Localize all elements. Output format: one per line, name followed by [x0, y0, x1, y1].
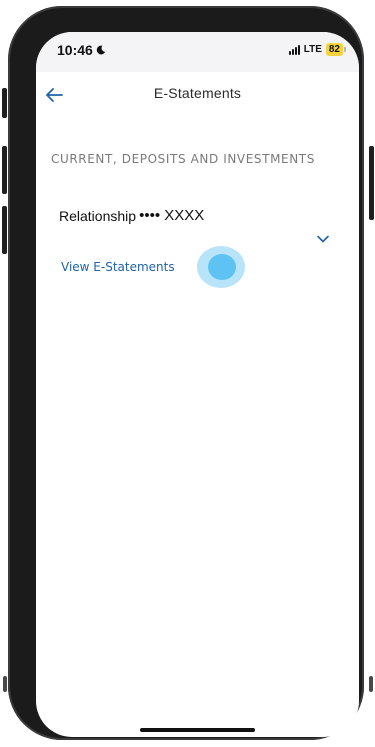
silent-switch — [2, 88, 7, 118]
phone-screen: 10:46 LTE 82 E-Statements CURRENT, DEPOS… — [36, 32, 359, 737]
chevron-down-icon[interactable] — [316, 234, 330, 244]
status-time: 10:46 — [57, 42, 106, 58]
status-bar: 10:46 LTE 82 — [36, 32, 359, 72]
network-type: LTE — [303, 44, 322, 55]
page-title: E-Statements — [153, 85, 242, 101]
section-title: CURRENT, DEPOSITS AND INVESTMENTS — [51, 152, 315, 166]
view-e-statements-link[interactable]: View E-Statements — [61, 260, 175, 274]
signal-bars-icon — [288, 44, 300, 55]
volume-down-button — [2, 206, 7, 254]
frame-antenna-left — [3, 676, 7, 692]
volume-up-button — [2, 146, 7, 194]
tap-indicator — [197, 246, 245, 288]
masked-account-number: •••• XXXX — [139, 207, 205, 224]
frame-antenna-right — [369, 676, 373, 692]
app-header: E-Statements — [36, 72, 359, 116]
relationship-row: Relationship •••• XXXX — [59, 207, 204, 224]
status-indicators: LTE 82 — [288, 43, 347, 56]
account-card[interactable]: Relationship •••• XXXX View E-Statements — [36, 192, 359, 292]
phone-frame: 10:46 LTE 82 E-Statements CURRENT, DEPOS… — [8, 6, 364, 740]
status-time-text: 10:46 — [57, 42, 93, 58]
relationship-label: Relationship — [59, 207, 137, 224]
battery-badge: 82 — [325, 43, 347, 56]
home-indicator[interactable] — [140, 728, 255, 732]
moon-icon — [96, 45, 106, 55]
power-button — [369, 146, 374, 220]
device-stage: 10:46 LTE 82 E-Statements CURRENT, DEPOS… — [0, 0, 375, 747]
